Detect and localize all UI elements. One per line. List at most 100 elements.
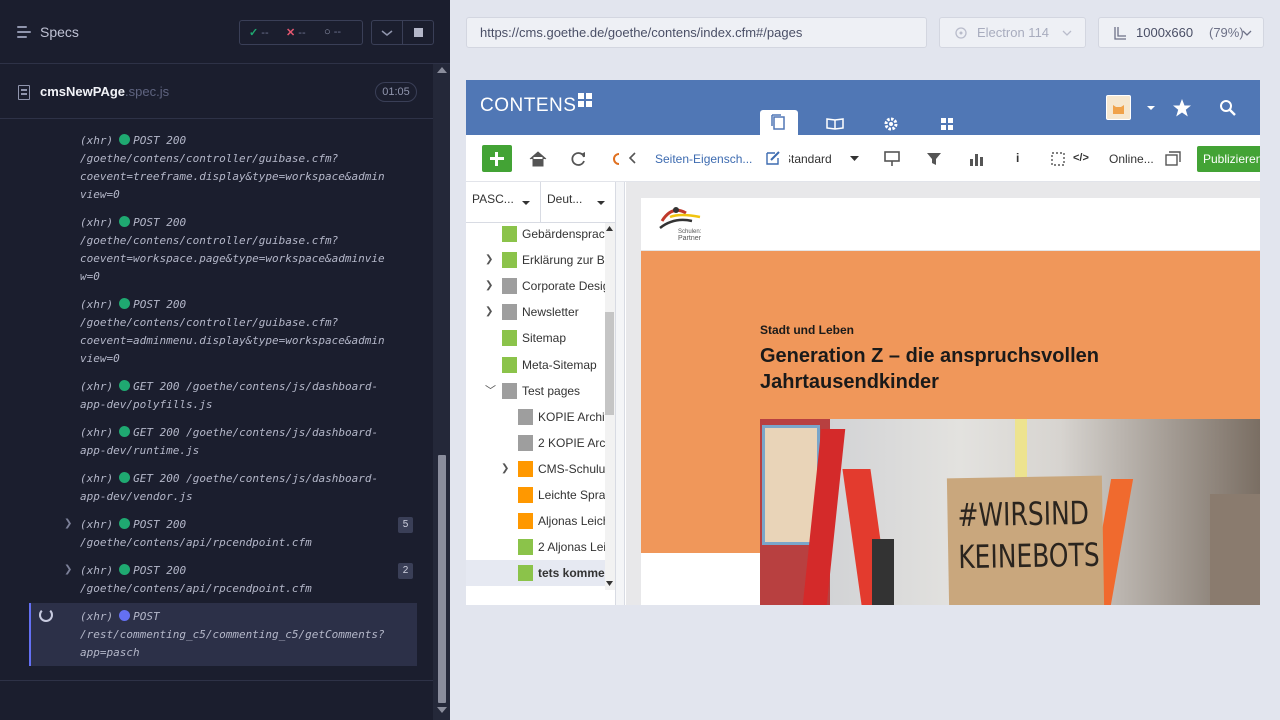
- specs-title[interactable]: Specs: [40, 24, 79, 40]
- bar-chart-icon[interactable]: [968, 151, 984, 167]
- tree-item[interactable]: 2 Aljonas Leichte: [466, 534, 605, 560]
- viewport-selector[interactable]: 1000x660 (79%): [1098, 17, 1264, 48]
- add-button[interactable]: [482, 145, 512, 172]
- tree-item[interactable]: tets kommentar: [466, 560, 605, 587]
- code-view-button[interactable]: </>: [1073, 152, 1089, 164]
- caret-down-icon[interactable]: [522, 201, 530, 206]
- select-area-icon[interactable]: [1050, 151, 1066, 167]
- online-status[interactable]: Online...: [1109, 152, 1154, 166]
- log-entry[interactable]: (xhr) POST 200 /goethe/contens/api/rpcend…: [80, 516, 312, 552]
- partner-logo[interactable]: Schulen: Partner: [656, 203, 708, 245]
- article-kicker: Stadt und Leben: [760, 323, 854, 337]
- tree-item[interactable]: 2 KOPIE Archiv: [466, 430, 605, 456]
- article-headline[interactable]: Generation Z – die anspruchsvollen Jahrt…: [760, 343, 1180, 395]
- log-entry[interactable]: (xhr) POST 200 /goethe/contens/controller…: [80, 296, 385, 368]
- chevron-right-icon[interactable]: ❯: [501, 456, 509, 482]
- tree-item[interactable]: ﹀ Test pages: [466, 378, 605, 404]
- scroll-down-icon[interactable]: [606, 581, 613, 586]
- scroll-up-icon[interactable]: [437, 67, 447, 73]
- scroll-down-icon[interactable]: [437, 707, 447, 713]
- url-bar[interactable]: https://cms.goethe.de/goethe/contens/ind…: [466, 17, 927, 48]
- chevron-down-icon: [1062, 30, 1072, 36]
- page-properties-link[interactable]: Seiten-Eigensch...: [655, 152, 752, 166]
- tree-scroll-thumb[interactable]: [605, 312, 614, 415]
- tree-item[interactable]: Sitemap: [466, 325, 605, 351]
- tab-pages[interactable]: [760, 110, 798, 135]
- chevron-right-icon[interactable]: ❯: [64, 518, 72, 529]
- page-status-icon: [518, 408, 533, 425]
- scroll-up-icon[interactable]: [606, 226, 613, 231]
- tree-item[interactable]: Gebärdensprache: [466, 223, 605, 247]
- info-button[interactable]: i: [1016, 151, 1019, 165]
- tab-dashboard[interactable]: [928, 110, 966, 135]
- status-dot-icon: [119, 380, 131, 391]
- tree-item[interactable]: Meta-Sitemap: [466, 352, 605, 378]
- edit-icon[interactable]: [765, 150, 781, 166]
- cms-toolbar: Seiten-Eigensch... Standard i </> Online…: [466, 135, 1260, 182]
- caret-down-icon[interactable]: [597, 201, 605, 206]
- tree-item[interactable]: ❯ Corporate Design: [466, 273, 605, 299]
- caret-down-icon[interactable]: [1146, 104, 1156, 112]
- tree-item[interactable]: ❯ CMS-Schulung: [466, 456, 605, 482]
- chevron-right-icon[interactable]: ❯: [485, 299, 493, 325]
- tree-item[interactable]: ❯ Newsletter: [466, 299, 605, 325]
- view-mode-select[interactable]: Standard: [789, 152, 849, 168]
- star-icon[interactable]: [1172, 98, 1192, 118]
- tree-item[interactable]: ❯ Erklärung zur Barrierefreiheit: [466, 247, 605, 273]
- site-select[interactable]: PASC...: [472, 192, 514, 206]
- refresh-icon[interactable]: [571, 151, 587, 167]
- window-icon[interactable]: [1165, 151, 1181, 167]
- protest-sign: #WIRSIND KEINEBOTS: [946, 475, 1105, 605]
- tree-item-label: Sitemap: [522, 331, 567, 346]
- tree-item[interactable]: Leichte Sprache: [466, 482, 605, 508]
- cms-logo[interactable]: CONTENS: [480, 95, 576, 117]
- chevron-down-icon[interactable]: ﹀: [485, 378, 496, 404]
- tree-item[interactable]: KOPIE Archiv: [466, 404, 605, 430]
- avatar[interactable]: [1106, 95, 1131, 120]
- article-photo[interactable]: #WIRSIND KEINEBOTS: [760, 419, 1260, 605]
- collapse-left-icon[interactable]: [627, 151, 637, 165]
- tab-media[interactable]: [816, 110, 854, 135]
- chevron-right-icon[interactable]: ❯: [485, 247, 493, 273]
- chevron-right-icon[interactable]: ❯: [64, 564, 72, 575]
- check-icon: ✓: [249, 27, 259, 39]
- apps-grid-icon[interactable]: [578, 93, 594, 109]
- log-entry[interactable]: (xhr) GET 200 /goethe/contens/js/dashboar…: [80, 424, 378, 460]
- filter-icon[interactable]: [926, 151, 942, 167]
- log-entry[interactable]: (xhr) POST /rest/commenting_c5/commenting…: [80, 608, 385, 662]
- options-dropdown-button[interactable]: [371, 20, 403, 45]
- log-entry[interactable]: (xhr) POST 200 /goethe/contens/api/rpcend…: [80, 562, 312, 598]
- tree-item[interactable]: Aljonas Leichte: [466, 508, 605, 534]
- pending-stat: ○ --: [324, 26, 342, 38]
- preview-icon[interactable]: [883, 150, 901, 168]
- tree-item-label: KOPIE Archiv: [538, 409, 605, 424]
- spec-file-name: cmsNewPAge.spec.js: [40, 84, 170, 99]
- browser-name: Electron 114: [977, 25, 1050, 40]
- log-entry[interactable]: (xhr) POST 200 /goethe/contens/controller…: [80, 214, 385, 286]
- home-icon[interactable]: [529, 151, 547, 167]
- failed-stat: ✕ --: [286, 27, 306, 39]
- chevron-right-icon[interactable]: ❯: [485, 273, 493, 299]
- page-status-icon: [502, 356, 517, 373]
- scrollbar-thumb[interactable]: [438, 455, 446, 703]
- stop-button[interactable]: [402, 20, 434, 45]
- tab-settings[interactable]: [872, 110, 910, 135]
- circle-icon: ○: [324, 26, 331, 38]
- specs-list-icon[interactable]: [17, 26, 31, 38]
- tree-item-label: Leichte Sprache: [538, 488, 605, 502]
- publish-button[interactable]: Publizieren: [1197, 146, 1260, 172]
- spec-file-row[interactable]: cmsNewPAge.spec.js 01:05: [0, 65, 433, 119]
- page-status-icon: [502, 304, 517, 321]
- tree-item-label: Meta-Sitemap: [522, 357, 597, 372]
- caret-down-icon[interactable]: [850, 156, 859, 162]
- status-dot-icon: [119, 426, 131, 437]
- panel-splitter[interactable]: [616, 182, 625, 605]
- search-icon[interactable]: [1219, 99, 1237, 117]
- log-entry[interactable]: (xhr) POST 200 /goethe/contens/controller…: [80, 132, 385, 204]
- language-select[interactable]: Deut...: [547, 192, 582, 206]
- passed-stat: ✓ --: [249, 27, 269, 39]
- log-entry[interactable]: (xhr) GET 200 /goethe/contens/js/dashboar…: [80, 470, 378, 506]
- log-entry[interactable]: (xhr) GET 200 /goethe/contens/js/dashboar…: [80, 378, 378, 414]
- divider: [0, 680, 433, 681]
- browser-selector[interactable]: Electron 114: [939, 17, 1086, 48]
